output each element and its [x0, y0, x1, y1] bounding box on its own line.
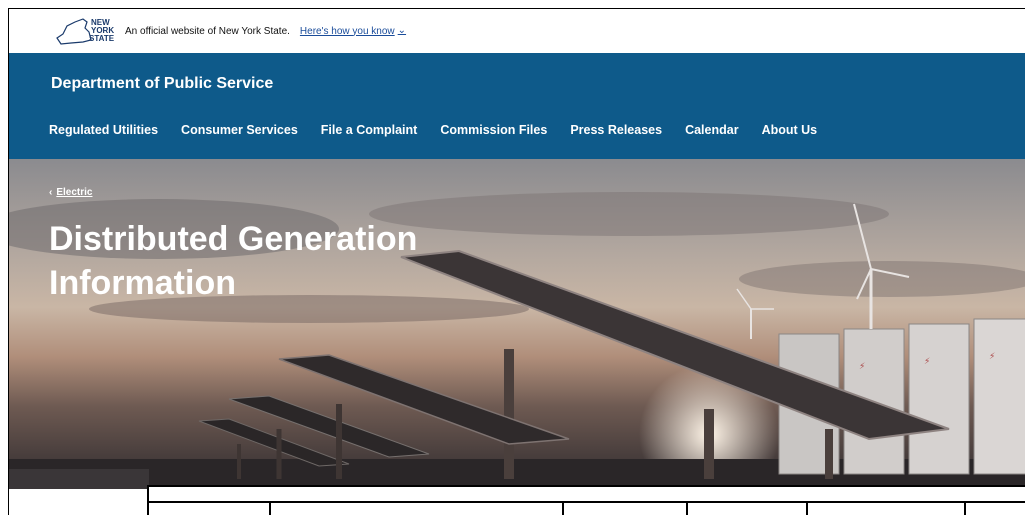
- hero-image-solar-panels: ⚡ ⚡ ⚡: [9, 192, 1025, 489]
- chevron-down-icon: ⌄: [397, 24, 407, 36]
- site-header: Department of Public Service Regulated U…: [9, 53, 1025, 159]
- breadcrumb: ‹ Electric: [49, 187, 92, 198]
- table-cell: [271, 503, 565, 515]
- main-nav: Regulated Utilities Consumer Services Fi…: [49, 123, 840, 137]
- table-cell: [564, 503, 689, 515]
- nav-about-us[interactable]: About Us: [762, 123, 829, 137]
- breadcrumb-link-electric[interactable]: Electric: [56, 187, 92, 198]
- nys-logo[interactable]: NEW YORK STATE: [53, 16, 115, 46]
- nav-press-releases[interactable]: Press Releases: [570, 123, 673, 137]
- page-title: Distributed Generation Information: [49, 220, 418, 302]
- browser-viewport: NEW YORK STATE An official website of Ne…: [8, 8, 1025, 515]
- logo-text-state: STATE: [89, 34, 115, 43]
- table-cell: [149, 503, 272, 515]
- hero-banner: ⚡ ⚡ ⚡ ‹ Electric Distributed Generation …: [9, 159, 1025, 489]
- heres-how-you-know-link[interactable]: Here's how you know ⌄: [299, 24, 407, 37]
- chevron-left-icon: ‹: [49, 187, 53, 198]
- site-title[interactable]: Department of Public Service: [51, 75, 273, 93]
- official-site-bar: NEW YORK STATE An official website of Ne…: [9, 9, 1025, 53]
- table-cell: [688, 503, 809, 515]
- nav-file-a-complaint[interactable]: File a Complaint: [321, 123, 429, 137]
- heres-how-you-know-label: Here's how you know: [299, 25, 395, 37]
- nav-regulated-utilities[interactable]: Regulated Utilities: [49, 123, 169, 137]
- svg-text:⚡: ⚡: [924, 357, 930, 367]
- nav-commission-files[interactable]: Commission Files: [440, 123, 558, 137]
- content-table: [147, 485, 1025, 515]
- table-cell: [808, 503, 966, 515]
- official-site-text: An official website of New York State.: [125, 25, 290, 37]
- svg-text:⚡: ⚡: [859, 362, 865, 372]
- table-header-row: [149, 501, 1025, 515]
- svg-text:⚡: ⚡: [989, 352, 995, 362]
- nav-consumer-services[interactable]: Consumer Services: [181, 123, 309, 137]
- nav-calendar[interactable]: Calendar: [685, 123, 750, 137]
- table-cell: [966, 503, 1025, 515]
